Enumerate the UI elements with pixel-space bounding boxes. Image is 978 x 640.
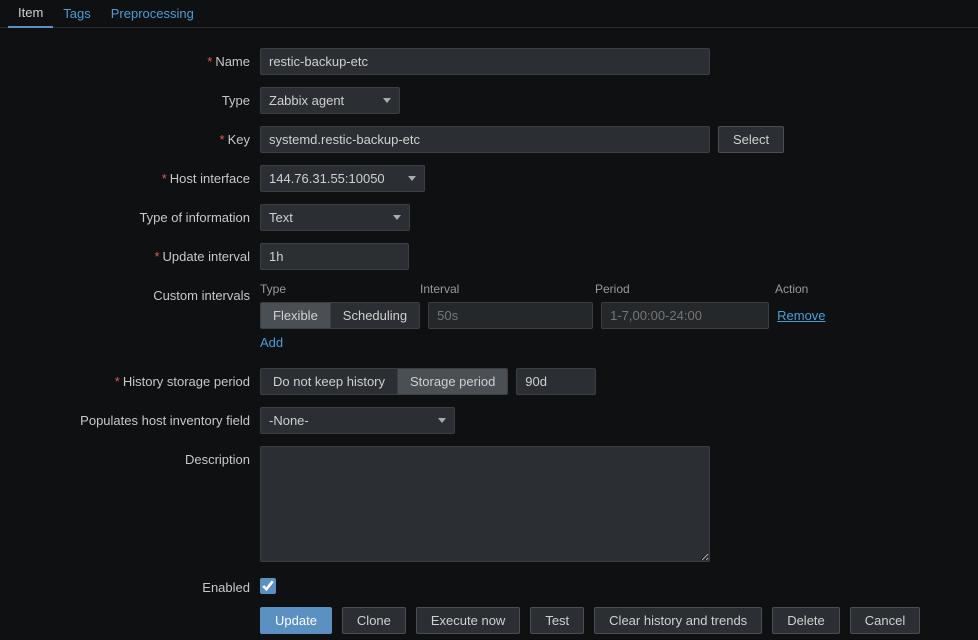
ci-header-period: Period: [595, 282, 775, 296]
chevron-down-icon: [393, 215, 401, 220]
label-custom-intervals: Custom intervals: [0, 282, 260, 303]
host-interface-select[interactable]: 144.76.31.55:10050: [260, 165, 425, 192]
label-type: Type: [0, 87, 260, 108]
select-key-button[interactable]: Select: [718, 126, 784, 153]
label-populates-inventory: Populates host inventory field: [0, 407, 260, 428]
label-history-storage: *History storage period: [0, 368, 260, 389]
interval-type-segment: Flexible Scheduling: [260, 302, 420, 329]
label-host-interface: *Host interface: [0, 165, 260, 186]
tab-preprocessing[interactable]: Preprocessing: [101, 0, 204, 27]
label-key: *Key: [0, 126, 260, 147]
chevron-down-icon: [408, 176, 416, 181]
cancel-button[interactable]: Cancel: [850, 607, 920, 634]
execute-now-button[interactable]: Execute now: [416, 607, 520, 634]
item-form: *Name Type Zabbix agent *Key Select *Hos…: [0, 28, 978, 634]
custom-intervals-table: Type Interval Period Action Flexible Sch…: [260, 282, 835, 350]
storage-period-option[interactable]: Storage period: [398, 369, 507, 394]
history-segment: Do not keep history Storage period: [260, 368, 508, 395]
label-type-info: Type of information: [0, 204, 260, 225]
type-select[interactable]: Zabbix agent: [260, 87, 400, 114]
footer-buttons: Update Clone Execute now Test Clear hist…: [260, 607, 920, 634]
enabled-checkbox[interactable]: [260, 578, 276, 594]
add-interval-link[interactable]: Add: [260, 335, 283, 350]
type-info-select[interactable]: Text: [260, 204, 410, 231]
label-description: Description: [0, 446, 260, 467]
history-value-input[interactable]: [516, 368, 596, 395]
test-button[interactable]: Test: [530, 607, 584, 634]
update-interval-input[interactable]: [260, 243, 409, 270]
ci-header-type: Type: [260, 282, 420, 296]
clear-history-button[interactable]: Clear history and trends: [594, 607, 762, 634]
custom-interval-row: Flexible Scheduling Remove: [260, 302, 835, 329]
ci-header-interval: Interval: [420, 282, 595, 296]
key-input[interactable]: [260, 126, 710, 153]
tab-tags[interactable]: Tags: [53, 0, 100, 27]
remove-interval-link[interactable]: Remove: [777, 308, 825, 323]
delete-button[interactable]: Delete: [772, 607, 840, 634]
label-update-interval: *Update interval: [0, 243, 260, 264]
name-input[interactable]: [260, 48, 710, 75]
chevron-down-icon: [383, 98, 391, 103]
flexible-option[interactable]: Flexible: [261, 303, 331, 328]
label-name: *Name: [0, 48, 260, 69]
scheduling-option[interactable]: Scheduling: [331, 303, 419, 328]
period-input[interactable]: [601, 302, 769, 329]
label-enabled: Enabled: [0, 574, 260, 595]
tab-item[interactable]: Item: [8, 0, 53, 28]
update-button[interactable]: Update: [260, 607, 332, 634]
clone-button[interactable]: Clone: [342, 607, 406, 634]
ci-header-action: Action: [775, 282, 835, 296]
tab-bar: Item Tags Preprocessing: [0, 0, 978, 28]
inventory-select[interactable]: -None-: [260, 407, 455, 434]
chevron-down-icon: [438, 418, 446, 423]
interval-input[interactable]: [428, 302, 593, 329]
do-not-keep-history-option[interactable]: Do not keep history: [261, 369, 398, 394]
description-textarea[interactable]: [260, 446, 710, 562]
